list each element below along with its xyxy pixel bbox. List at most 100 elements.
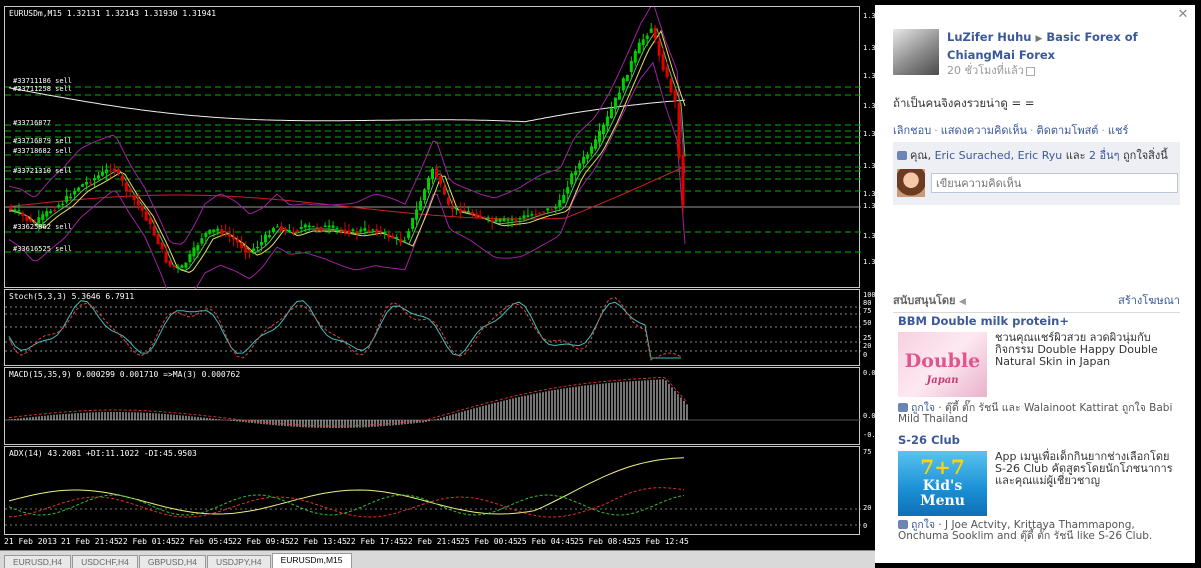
- candle-body: [653, 27, 657, 39]
- candle-body: [81, 184, 85, 187]
- audience-icon[interactable]: [1025, 66, 1035, 76]
- candle-body: [92, 178, 96, 181]
- follow-post-link[interactable]: ติดตามโพสต์: [1037, 124, 1099, 137]
- chart-tab[interactable]: USDJPY,H4: [206, 555, 271, 568]
- macd-tick: 0.0: [863, 412, 875, 420]
- ad-title[interactable]: BBM Double milk protein+: [898, 314, 1180, 328]
- candle-body: [554, 207, 558, 209]
- time-tick: 25 Feb 12:45: [631, 537, 689, 546]
- candle-body: [558, 200, 562, 208]
- author-avatar[interactable]: [893, 29, 939, 75]
- candle-body: [474, 213, 478, 218]
- candle-body: [323, 225, 327, 227]
- candle-body: [160, 242, 164, 249]
- comment-link[interactable]: แสดงความคิดเห็น: [941, 124, 1027, 137]
- time-tick: 22 Feb 17:45: [346, 537, 404, 546]
- post-time-text[interactable]: 20 ชั่วโมงที่แล้ว: [947, 64, 1024, 77]
- candle-body: [275, 226, 279, 228]
- candle-body: [574, 171, 578, 176]
- candle-body: [510, 219, 514, 221]
- ad-image[interactable]: 7+7 Kid's Menu: [898, 451, 987, 516]
- candle-body: [295, 230, 299, 232]
- candle-body: [283, 228, 287, 230]
- candle-body: [9, 208, 13, 210]
- candle-body: [319, 227, 323, 230]
- ads-title: สนับสนุนโดย: [893, 294, 956, 307]
- candle-body: [212, 229, 216, 233]
- liker-link[interactable]: Eric Surached,: [935, 149, 1015, 162]
- order-label: #33721310 sell: [13, 167, 73, 175]
- chart-tabs: EURUSD,H4 USDCHF,H4 GBPUSD,H4 USDJPY,H4 EURU…: [0, 550, 875, 568]
- time-tick: 22 Feb 13:45: [289, 537, 347, 546]
- chart-tab[interactable]: EURUSD,H4: [4, 555, 72, 568]
- candle-body: [25, 216, 29, 221]
- author-link[interactable]: LuZifer Huhu: [947, 30, 1031, 44]
- candle-body: [629, 60, 633, 72]
- unlike-link[interactable]: เลิกชอบ: [893, 124, 931, 137]
- ad-item[interactable]: BBM Double milk protein+ Double Japan ชว…: [898, 314, 1180, 429]
- candle-body: [148, 218, 152, 225]
- separator: ·: [1101, 124, 1105, 137]
- ad-item[interactable]: S-26 Club 7+7 Kid's Menu App เมนูเพื่อเด…: [898, 433, 1180, 553]
- candle-body: [367, 230, 371, 232]
- ad-image[interactable]: Double Japan: [898, 332, 987, 397]
- order-label: #33716877: [13, 119, 51, 127]
- candle-body: [108, 170, 112, 172]
- candle-body: [578, 163, 582, 169]
- time-tick: 22 Feb 09:45: [232, 537, 290, 546]
- comment-input[interactable]: [931, 173, 1178, 193]
- trading-chart-window[interactable]: EURUSDm,M15 1.32131 1.32143 1.31930 1.31…: [0, 0, 875, 568]
- price-tick: 1.3: [863, 162, 875, 170]
- candle-body: [176, 266, 180, 268]
- symbol-label: EURUSDm,M15 1.32131 1.32143 1.31930 1.31…: [9, 9, 217, 18]
- candle-body: [434, 168, 438, 178]
- close-icon[interactable]: ✕: [1177, 8, 1189, 21]
- chart-tab[interactable]: USDCHF,H4: [72, 555, 138, 568]
- chart-tab[interactable]: GBPUSD,H4: [138, 555, 206, 568]
- liker-link[interactable]: Eric Ryu: [1018, 149, 1063, 162]
- candle-body: [546, 208, 550, 211]
- likes-others-link[interactable]: 2 อื่นๆ: [1089, 149, 1120, 162]
- candle-body: [299, 227, 303, 229]
- candle-body: [13, 209, 17, 211]
- price-chart-panel[interactable]: EURUSDm,M15 1.32131 1.32143 1.31930 1.31…: [4, 6, 861, 289]
- candle-body: [430, 168, 434, 179]
- macd-canvas: [5, 376, 861, 428]
- stochastic-panel[interactable]: Stoch(5,3,3) 5.3646 6.7911: [4, 289, 861, 366]
- adx-panel[interactable]: ADX(14) 43.2081 +DI:11.1022 -DI:45.9503: [4, 446, 861, 535]
- macd-panel[interactable]: MACD(15,35,9) 0.000299 0.001710 =>MA(3) …: [4, 367, 861, 445]
- candle-body: [343, 229, 347, 233]
- candle-body: [605, 116, 609, 127]
- candle-body: [458, 209, 462, 214]
- time-tick: 25 Feb 08:45: [574, 537, 632, 546]
- ad-title[interactable]: S-26 Club: [898, 433, 1180, 447]
- candle-body: [339, 228, 343, 230]
- candle-body: [327, 225, 331, 228]
- candle-body: [617, 92, 621, 100]
- candle-body: [438, 176, 442, 184]
- create-ad-link[interactable]: สร้างโฆษณา: [1118, 291, 1180, 309]
- candle-body: [57, 205, 61, 208]
- candle-body: [415, 209, 419, 220]
- white-ma: [8, 87, 686, 123]
- candle-body: [220, 229, 224, 234]
- candle-body: [164, 251, 168, 263]
- ad-image-word: Double: [904, 350, 981, 372]
- candle-body: [359, 229, 363, 232]
- candle-body: [140, 205, 144, 211]
- thumbs-up-icon: [898, 520, 908, 529]
- arrow-right-icon: ▶: [1035, 34, 1043, 44]
- ad-image-sub: Kid's Menu: [920, 478, 965, 509]
- candle-body: [331, 225, 335, 228]
- share-link[interactable]: แชร์: [1108, 124, 1128, 137]
- price-tick: 1.3: [863, 12, 875, 20]
- candle-body: [538, 212, 542, 214]
- candle-body: [335, 227, 339, 229]
- likes-summary: คุณ, Eric Surached, Eric Ryu และ 2 อื่นๆ…: [897, 146, 1176, 164]
- candle-body: [542, 211, 546, 213]
- chart-tab[interactable]: EURUSDm,M15: [271, 553, 352, 568]
- upper-band: [8, 7, 686, 245]
- candle-body: [518, 218, 522, 220]
- candle-body: [625, 74, 629, 82]
- candle-body: [200, 238, 204, 244]
